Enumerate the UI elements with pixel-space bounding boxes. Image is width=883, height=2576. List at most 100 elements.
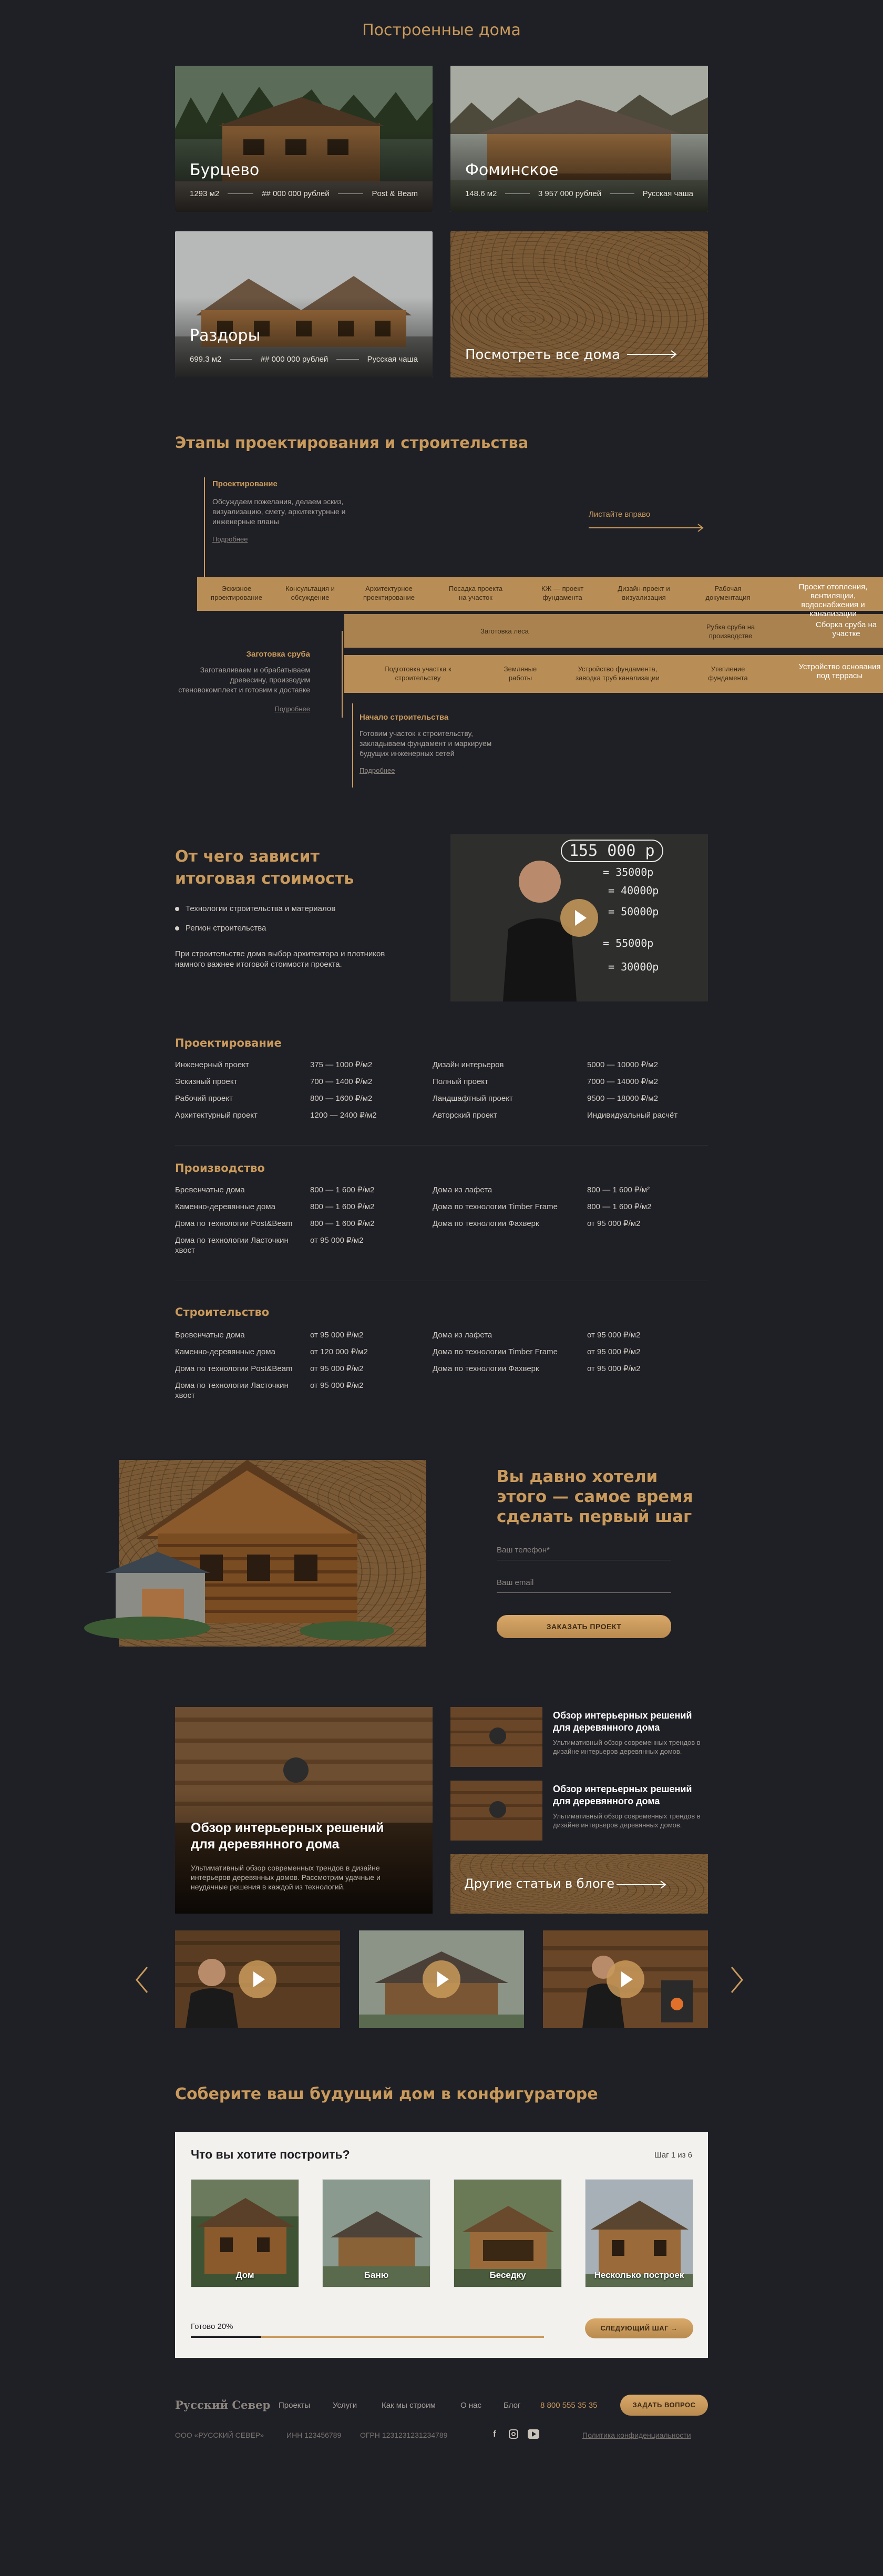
play-icon[interactable]	[423, 1960, 460, 1998]
stage-design-text: Обсуждаем пожелания, делаем эскиз, визуа…	[212, 497, 346, 526]
price-item-name: Дома по технологии Timber Frame	[433, 1202, 558, 1211]
price-item-name: Дома из лафета	[433, 1331, 492, 1340]
house-name: Фоминское	[465, 161, 559, 179]
price-production-title: Производство	[175, 1162, 265, 1174]
house-tech: Русская чаша	[367, 355, 418, 364]
price-item-value: Индивидуальный расчёт	[587, 1111, 678, 1120]
house-card-razdory[interactable]: Раздоры 699.3 м2 ## 000 000 рублей Русск…	[175, 231, 433, 377]
instagram-icon[interactable]	[509, 2429, 518, 2439]
price-item-value: 1200 — 2400 ₽/м2	[310, 1111, 377, 1120]
stage-step: Проект отопления, вентиляции, водоснабже…	[798, 582, 868, 618]
arrow-right-icon	[617, 1880, 666, 1889]
board-figure: = 40000р	[608, 884, 659, 897]
privacy-link[interactable]: Политика конфиденциальности	[582, 2431, 691, 2439]
board-figure: = 35000р	[603, 866, 654, 878]
price-item-name: Ландшафтный проект	[433, 1094, 513, 1103]
footer-nav-how[interactable]: Как мы строим	[382, 2401, 436, 2410]
cta-title: Вы давно хотели этого — самое время сдел…	[497, 1467, 693, 1526]
price-item-value: от 95 000 ₽/м2	[587, 1364, 641, 1373]
phone-field[interactable]: Ваш телефон*	[497, 1546, 671, 1560]
price-item-value: от 95 000 ₽/м2	[587, 1347, 641, 1356]
house-name: Раздоры	[190, 326, 261, 345]
footer-nav-services[interactable]: Услуги	[333, 2401, 357, 2410]
other-articles-label: Другие статьи в блоге	[464, 1876, 614, 1891]
price-item-value: 5000 — 10000 ₽/м2	[587, 1060, 658, 1069]
footer-nav-blog[interactable]: Блог	[504, 2401, 520, 2410]
option-label: Беседку	[489, 2270, 526, 2280]
board-figure: = 50000р	[608, 905, 659, 918]
other-articles-card[interactable]: Другие статьи в блоге	[450, 1854, 708, 1914]
option-label: Несколько построек	[594, 2270, 684, 2280]
footer-logo[interactable]: Русский Север	[175, 2398, 270, 2411]
option-gazebo[interactable]: Беседку	[454, 2179, 562, 2287]
cost-note: При строительстве дома выбор архитектора…	[175, 949, 385, 969]
blog-thumb[interactable]	[450, 1781, 542, 1841]
price-item-value: от 95 000 ₽/м2	[310, 1364, 364, 1373]
video-card[interactable]	[543, 1930, 708, 2028]
youtube-icon[interactable]	[528, 2429, 539, 2439]
price-item-value: 700 — 1400 ₽/м2	[310, 1077, 373, 1086]
price-item-value: от 95 000 ₽/м2	[587, 1219, 641, 1228]
blog-item-title[interactable]: Обзор интерьерных решений для деревянног…	[553, 1710, 705, 1734]
all-houses-card[interactable]: Посмотреть все дома	[450, 231, 708, 377]
video-card[interactable]	[359, 1930, 524, 2028]
stage-log-text: Заготавливаем и обрабатываем древесину, …	[178, 666, 310, 694]
email-field[interactable]: Ваш email	[497, 1578, 671, 1593]
price-item-name: Полный проект	[433, 1077, 488, 1086]
house-tech: Post & Beam	[372, 189, 418, 198]
stage-log-link[interactable]: Подробнее	[242, 705, 310, 713]
blog-item-title[interactable]: Обзор интерьерных решений для деревянног…	[553, 1783, 705, 1807]
blog-thumb-image	[450, 1781, 542, 1841]
play-icon[interactable]	[607, 1960, 644, 1998]
footer-ogrn: ОГРН 1231231231234789	[360, 2431, 448, 2439]
stage-step: КЖ — проект фундамента	[541, 585, 584, 601]
price-item-name: Дома по технологии Post&Beam	[175, 1364, 293, 1373]
price-item-value: от 95 000 ₽/м2	[310, 1381, 364, 1390]
order-project-button[interactable]: ЗАКАЗАТЬ ПРОЕКТ	[497, 1615, 671, 1638]
price-item-name: Рабочий проект	[175, 1094, 233, 1103]
stage-build-link[interactable]: Подробнее	[360, 766, 395, 774]
option-house[interactable]: Дом	[191, 2179, 299, 2287]
blog-main-title: Обзор интерьерных решений для деревянног…	[191, 1821, 384, 1852]
stage-step: Подготовка участка к строительству	[384, 665, 451, 682]
price-item-value: от 95 000 ₽/м2	[310, 1331, 364, 1340]
price-design-title: Проектирование	[175, 1037, 282, 1049]
stage-step: Дизайн-проект и визуализация	[618, 585, 670, 601]
house-card-burtsevo[interactable]: Бурцево 1293 м2 ## 000 000 рублей Post &…	[175, 66, 433, 212]
board-figure: 155 000 р	[561, 840, 663, 862]
blog-thumb[interactable]	[450, 1707, 542, 1767]
house-name: Бурцево	[190, 161, 260, 179]
price-item-value: 800 — 1 600 ₽/м²	[587, 1185, 650, 1194]
price-item-name: Бревенчатые дома	[175, 1185, 245, 1194]
house-card-fominskoe[interactable]: Фоминское 148.6 м2 3 957 000 рублей Русс…	[450, 66, 708, 212]
stage-design-link[interactable]: Подробнее	[212, 535, 248, 543]
next-step-button[interactable]: СЛЕДУЮЩИЙ ШАГ →	[585, 2318, 693, 2338]
configurator-step: Шаг 1 из 6	[654, 2151, 692, 2160]
blog-main-card[interactable]: Обзор интерьерных решений для деревянног…	[175, 1707, 433, 1914]
footer-nav-about[interactable]: О нас	[460, 2401, 481, 2410]
carousel-prev-icon[interactable]	[136, 1966, 148, 1994]
video-card[interactable]	[175, 1930, 340, 2028]
cta-house-image	[84, 1460, 394, 1640]
option-bath[interactable]: Баню	[322, 2179, 430, 2287]
ask-question-button[interactable]: ЗАДАТЬ ВОПРОС	[620, 2395, 708, 2416]
price-item-value: 800 — 1 600 ₽/м2	[587, 1202, 652, 1211]
price-item-name: Авторский проект	[433, 1111, 497, 1120]
stage-step: Архитектурное проектирование	[363, 585, 415, 601]
play-icon[interactable]	[239, 1960, 276, 1998]
facebook-icon[interactable]: f	[489, 2429, 500, 2440]
footer-phone[interactable]: 8 800 555 35 35	[540, 2401, 597, 2410]
price-item-value: 800 — 1 600 ₽/м2	[310, 1219, 375, 1228]
price-item-name: Дома по технологии Ласточкин хвост	[175, 1236, 289, 1255]
cost-bullet: Регион строительства	[175, 924, 266, 933]
footer-nav-projects[interactable]: Проекты	[279, 2401, 310, 2410]
cost-video[interactable]: 155 000 р = 35000р = 40000р = 50000р = 5…	[450, 834, 708, 1001]
price-item-name: Дома по технологии Фахверк	[433, 1364, 539, 1373]
option-multiple[interactable]: Несколько построек	[585, 2179, 693, 2287]
price-item-name: Эскизный проект	[175, 1077, 238, 1086]
carousel-next-icon[interactable]	[731, 1966, 743, 1994]
house-area: 699.3 м2	[190, 355, 222, 364]
price-item-name: Каменно-деревянные дома	[175, 1202, 275, 1211]
play-icon[interactable]	[560, 899, 598, 937]
stage-build-text: Готовим участок к строительству, заклады…	[360, 729, 492, 758]
